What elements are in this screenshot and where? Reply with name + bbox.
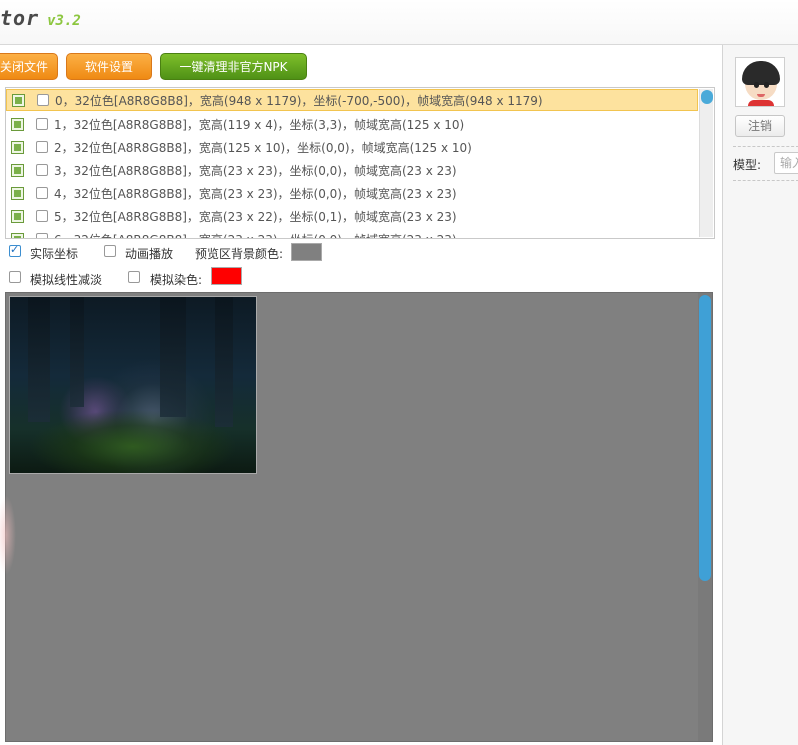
preview-image	[9, 296, 257, 474]
list-item-label: 3，32位色[A8R8G8B8]，宽高(23 x 23)，坐标(0,0)，帧域宽…	[54, 164, 457, 178]
row-checkbox[interactable]	[36, 164, 48, 176]
tree-trunk-shape	[160, 297, 186, 417]
list-item[interactable]: 5，32位色[A8R8G8B8]，宽高(23 x 22)，坐标(0,1)，帧域宽…	[6, 206, 698, 228]
tint-checkbox[interactable]	[128, 271, 140, 283]
actual-coords-checkbox[interactable]	[9, 243, 21, 257]
list-item-label: 6，32位色[A8R8G8B8]，宽高(23 x 23)，坐标(0,0)，帧域宽…	[54, 229, 457, 238]
avatar-body-shape	[748, 100, 774, 106]
list-item[interactable]: 0，32位色[A8R8G8B8]，宽高(948 x 1179)，坐标(-700,…	[6, 89, 698, 111]
close-file-label: 关闭文件	[0, 60, 48, 74]
preview-canvas[interactable]	[5, 292, 713, 742]
model-input[interactable]: 输入	[774, 152, 798, 174]
row-checkbox[interactable]	[36, 187, 48, 199]
image-file-icon	[11, 118, 24, 131]
list-scrollbar[interactable]	[699, 89, 713, 237]
list-item[interactable]: 4，32位色[A8R8G8B8]，宽高(23 x 23)，坐标(0,0)，帧域宽…	[6, 183, 698, 205]
list-item-label: 2，32位色[A8R8G8B8]，宽高(125 x 10)，坐标(0,0)，帧域…	[54, 141, 472, 155]
image-file-icon	[11, 164, 24, 177]
linear-fade-checkbox[interactable]	[9, 271, 21, 283]
avatar-hair-shape	[742, 61, 780, 85]
row-checkbox[interactable]	[37, 94, 49, 106]
list-item-label: 0，32位色[A8R8G8B8]，宽高(948 x 1179)，坐标(-700,…	[55, 94, 543, 108]
close-file-button[interactable]: 关闭文件	[0, 53, 58, 80]
divider	[733, 146, 798, 147]
clean-npk-label: 一键清理非官方NPK	[179, 60, 288, 74]
model-label: 模型:	[733, 158, 762, 172]
logout-button[interactable]: 注销	[735, 115, 785, 137]
row-checkbox[interactable]	[36, 233, 48, 238]
avatar	[735, 57, 785, 107]
divider	[733, 180, 798, 181]
image-file-icon	[11, 141, 24, 154]
image-file-icon	[11, 187, 24, 200]
user-panel: 注销 模型: 输入	[722, 45, 798, 745]
preview-bg-color-swatch[interactable]	[291, 243, 322, 261]
list-item-label: 5，32位色[A8R8G8B8]，宽高(23 x 22)，坐标(0,1)，帧域宽…	[54, 210, 457, 224]
settings-button[interactable]: 软件设置	[66, 53, 152, 80]
logout-label: 注销	[747, 119, 772, 133]
tree-trunk-shape	[28, 297, 50, 422]
version-label: v3.2	[47, 13, 81, 29]
preview-scrollbar[interactable]	[698, 293, 712, 741]
preview-scrollbar-thumb[interactable]	[699, 295, 711, 581]
tree-trunk-shape	[70, 297, 84, 407]
preview-bg-label: 预览区背景颜色:	[195, 247, 284, 261]
app-header: tor v3.2	[0, 0, 798, 45]
row-checkbox[interactable]	[36, 141, 48, 153]
image-file-icon	[12, 94, 25, 107]
actual-coords-label: 实际坐标	[30, 247, 79, 261]
app-logo: tor v3.2	[0, 6, 81, 30]
image-frame-list[interactable]: 0，32位色[A8R8G8B8]，宽高(948 x 1179)，坐标(-700,…	[5, 87, 715, 239]
list-item[interactable]: 3，32位色[A8R8G8B8]，宽高(23 x 23)，坐标(0,0)，帧域宽…	[6, 160, 698, 182]
list-item[interactable]: 2，32位色[A8R8G8B8]，宽高(125 x 10)，坐标(0,0)，帧域…	[6, 137, 698, 159]
anim-play-checkbox[interactable]	[104, 245, 116, 257]
decorative-smudge	[0, 495, 16, 575]
image-file-icon	[11, 233, 24, 238]
avatar-eye-shape	[764, 82, 769, 88]
logo-text: tor	[0, 6, 40, 30]
tint-label: 模拟染色:	[150, 273, 203, 287]
avatar-eye-shape	[754, 82, 759, 88]
linear-fade-label: 模拟线性减淡	[30, 273, 103, 287]
settings-label: 软件设置	[84, 60, 133, 74]
list-item[interactable]: 6，32位色[A8R8G8B8]，宽高(23 x 23)，坐标(0,0)，帧域宽…	[6, 229, 698, 238]
tree-trunk-shape	[215, 297, 233, 427]
anim-play-label: 动画播放	[125, 247, 174, 261]
clean-npk-button[interactable]: 一键清理非官方NPK	[160, 53, 307, 80]
tint-color-swatch[interactable]	[211, 267, 242, 285]
list-item-label: 4，32位色[A8R8G8B8]，宽高(23 x 23)，坐标(0,0)，帧域宽…	[54, 187, 457, 201]
image-file-icon	[11, 210, 24, 223]
list-item[interactable]: 1，32位色[A8R8G8B8]，宽高(119 x 4)，坐标(3,3)，帧域宽…	[6, 114, 698, 136]
list-scrollbar-thumb[interactable]	[701, 90, 713, 104]
list-item-label: 1，32位色[A8R8G8B8]，宽高(119 x 4)，坐标(3,3)，帧域宽…	[54, 118, 465, 132]
row-checkbox[interactable]	[36, 210, 48, 222]
row-checkbox[interactable]	[36, 118, 48, 130]
